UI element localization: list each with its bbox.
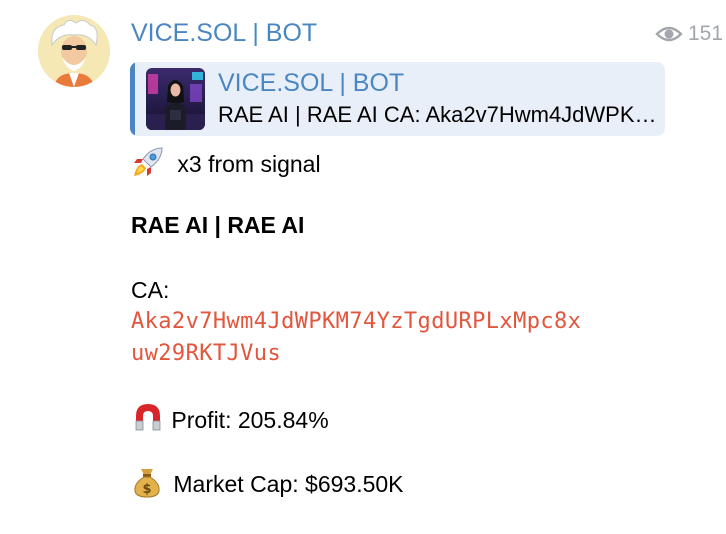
signal-text: x3 from signal: [177, 151, 321, 178]
chat-message: VICE.SOL | BOT 151 VICE.SOL | BOT RAE AI…: [0, 0, 726, 534]
reply-accent-bar: [130, 62, 135, 136]
svg-text:$: $: [142, 482, 151, 497]
reply-sender: VICE.SOL | BOT: [218, 69, 405, 97]
sender-name[interactable]: VICE.SOL | BOT: [131, 17, 317, 49]
signal-line: x3 from signal: [131, 145, 321, 187]
contract-address-line-2[interactable]: uw29RKTJVus: [131, 338, 281, 370]
reply-text: RAE AI | RAE AI CA: Aka2v7Hwm4JdWPKM74Yz…: [218, 102, 658, 127]
eye-icon: [655, 26, 683, 42]
market-cap-line: $ Market Cap: $693.50K: [131, 465, 404, 507]
magnet-icon: [131, 401, 165, 443]
market-cap-text: Market Cap: $693.50K: [173, 471, 404, 498]
view-count-value: 151: [688, 22, 724, 45]
reply-thumbnail: [146, 68, 205, 130]
profit-text: Profit: 205.84%: [171, 407, 329, 434]
view-count: 151: [655, 20, 723, 48]
contract-address-line-1[interactable]: Aka2v7Hwm4JdWPKM74YzTgdURPLxMpc8x: [131, 306, 581, 338]
avatar[interactable]: [38, 15, 110, 87]
ca-label: CA:: [131, 277, 170, 303]
token-name: RAE AI | RAE AI: [131, 212, 305, 238]
reply-preview[interactable]: VICE.SOL | BOT RAE AI | RAE AI CA: Aka2v…: [130, 62, 665, 136]
rocket-icon: [131, 145, 165, 187]
profit-line: Profit: 205.84%: [131, 401, 329, 443]
money-bag-icon: $: [131, 465, 163, 507]
